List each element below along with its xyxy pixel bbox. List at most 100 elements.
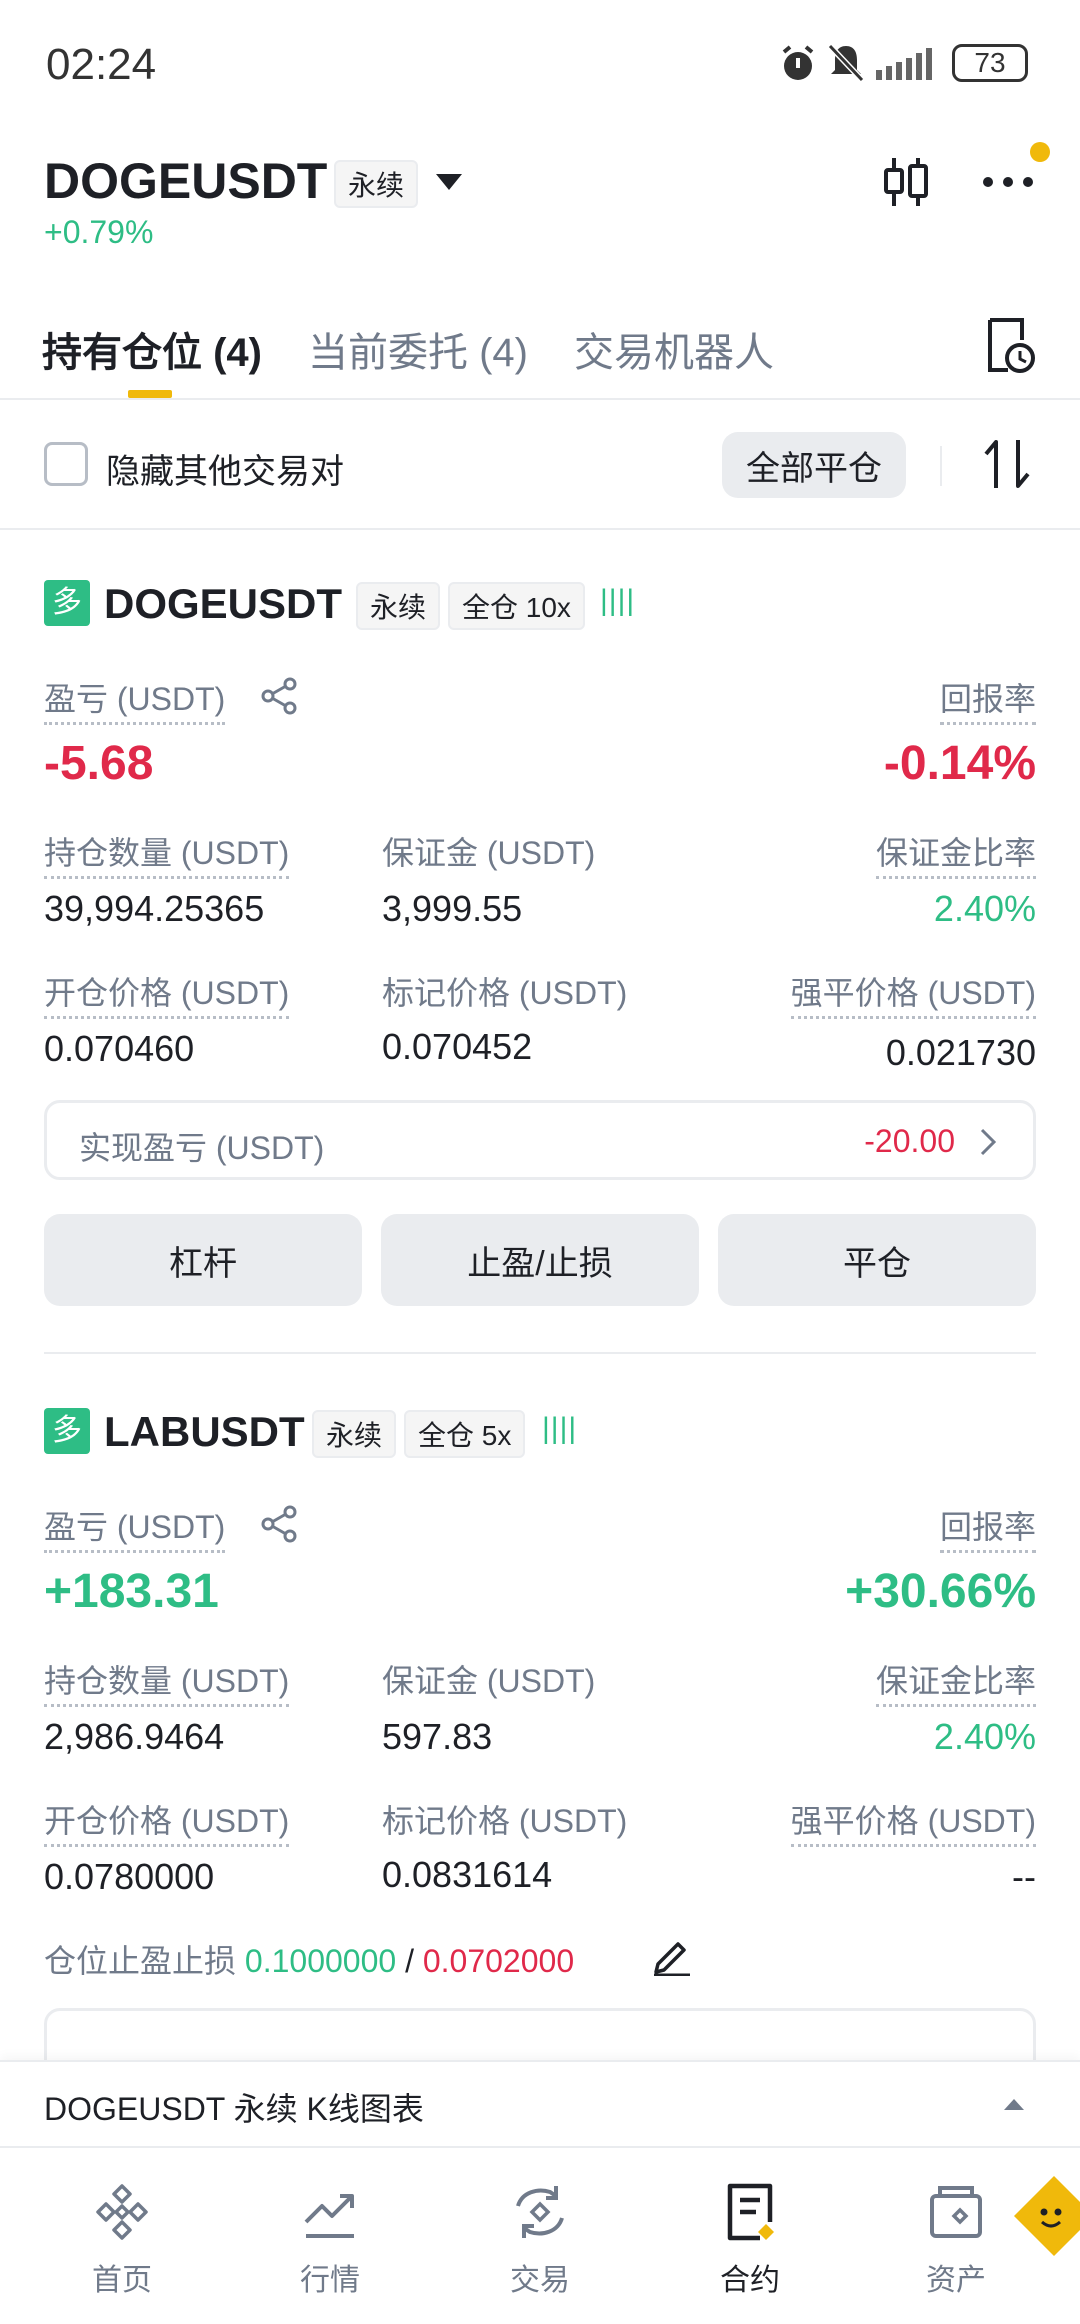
nav-trade-label: 交易 [510,2264,570,2297]
position-contract-tag: 永续 [356,582,441,630]
sort-icon[interactable] [984,438,1030,495]
realized-pnl-label: 实现盈亏 (USDT) [79,1130,325,1166]
tpsl-button[interactable]: 止盈/止损 [381,1214,699,1306]
entry-price-value: 0.070460 [44,1028,195,1069]
mute-icon [826,42,866,89]
more-options-icon[interactable] [982,174,1034,195]
roe-label: 回报率 [939,1502,1036,1553]
edit-icon[interactable] [650,1934,692,1981]
status-bar: 02:24 73 [0,0,1080,130]
margin-value: 597.83 [382,1716,493,1757]
hide-other-pairs-label: 隐藏其他交易对 [106,453,344,491]
leverage-button[interactable]: 杠杆 [44,1214,362,1306]
share-icon[interactable] [260,676,300,721]
divider-vertical [940,446,942,486]
long-side-badge: 多 [44,580,90,626]
liq-price-label: 强平价格 (USDT) [790,1796,1036,1847]
status-time: 02:24 [46,40,157,89]
margin-ratio-label: 保证金比率 [875,828,1036,879]
alarm-icon [778,44,818,89]
kline-chart-bar[interactable]: DOGEUSDT 永续 K线图表 [0,2060,1080,2146]
mark-price-label: 标记价格 (USDT) [382,1803,628,1839]
home-icon [92,2184,152,2246]
entry-price-label: 开仓价格 (USDT) [44,968,290,1019]
nav-futures-label: 合约 [720,2264,780,2297]
pnl-label: 盈亏 (USDT) [44,674,226,725]
tpsl-label: 仓位止盈止损 [44,1943,237,1979]
close-position-button[interactable]: 平仓 [718,1214,1036,1306]
stop-loss-value: 0.0702000 [422,1943,575,1979]
margin-ratio-label: 保证金比率 [875,1656,1036,1707]
mark-price-value: 0.070452 [382,1026,533,1067]
nav-home[interactable]: 首页 [42,2182,202,2299]
entry-price-value: 0.0780000 [44,1856,215,1897]
nav-markets-label: 行情 [300,2264,360,2297]
position-symbol[interactable]: LABUSDT [104,1408,305,1456]
long-side-badge: 多 [44,1408,90,1454]
symbol-title[interactable]: DOGEUSDT [44,152,327,210]
tpsl-row: 仓位止盈止损 0.1000000 / 0.0702000 [44,1936,574,1982]
entry-price-label: 开仓价格 (USDT) [44,1796,290,1847]
position-margin-tag: 全仓 10x [448,582,585,630]
realized-pnl-value: -20.00 [864,1123,955,1159]
liq-price-value: -- [1012,1856,1036,1897]
position-card-labusdt: 多 LABUSDT 永续 全仓 5x |||| 盈亏 (USDT) 回报率 +1… [0,1390,1080,2088]
assistant-bubble-icon[interactable] [1010,2168,1080,2283]
price-change: +0.79% [44,214,154,250]
roe-value: -0.14% [883,737,1036,790]
contract-type-tag: 永续 [334,160,419,208]
chevron-right-icon [979,1127,997,1162]
nav-markets[interactable]: 行情 [250,2182,410,2299]
position-symbol[interactable]: DOGEUSDT [104,580,342,628]
tabs-divider [0,398,1080,400]
history-icon[interactable] [984,318,1036,379]
markets-icon [300,2194,360,2246]
margin-value: 3,999.55 [382,888,523,929]
tab-active-indicator [128,390,172,398]
notification-dot [1030,142,1050,162]
position-divider [44,1352,1036,1354]
margin-label: 保证金 (USDT) [382,835,596,871]
size-value: 39,994.25365 [44,888,265,929]
position-contract-tag: 永续 [312,1410,397,1458]
filter-divider [0,528,1080,530]
pnl-value: +183.31 [44,1565,219,1618]
position-margin-tag: 全仓 5x [404,1410,526,1458]
hide-other-pairs-checkbox[interactable] [44,442,88,486]
nav-home-label: 首页 [92,2264,152,2297]
margin-ratio-value: 2.40% [933,888,1036,929]
share-icon[interactable] [260,1504,300,1549]
battery-icon: 73 [952,44,1028,82]
liq-price-value: 0.021730 [885,1032,1036,1073]
margin-label: 保证金 (USDT) [382,1663,596,1699]
pnl-label: 盈亏 (USDT) [44,1502,226,1553]
nav-futures[interactable]: 合约 [670,2182,830,2299]
signal-icon [876,48,936,85]
assets-icon [926,2186,986,2246]
roe-value: +30.66% [845,1565,1036,1618]
nav-trade[interactable]: 交易 [460,2182,620,2299]
roe-label: 回报率 [939,674,1036,725]
mark-price-label: 标记价格 (USDT) [382,975,628,1011]
symbol-dropdown-icon[interactable] [434,172,464,197]
size-label: 持仓数量 (USDT) [44,1656,290,1707]
tab-open-orders[interactable]: 当前委托 (4) [308,320,528,378]
signal-strength-icon: |||| [600,584,636,617]
margin-ratio-value: 2.40% [933,1716,1036,1757]
chevron-up-icon[interactable] [1002,2096,1026,2117]
take-profit-value: 0.1000000 [244,1943,397,1979]
liq-price-label: 强平价格 (USDT) [790,968,1036,1019]
realized-pnl-row[interactable]: 实现盈亏 (USDT) -20.00 [44,1100,1036,1180]
tab-positions[interactable]: 持有仓位 (4) [42,320,262,378]
kline-chart-label: DOGEUSDT 永续 K线图表 [44,2091,424,2127]
futures-icon [720,2183,780,2246]
trade-icon [508,2186,572,2246]
kline-chart-icon[interactable] [882,156,930,213]
tab-trading-bots[interactable]: 交易机器人 [574,320,774,378]
mark-price-value: 0.0831614 [382,1854,553,1895]
size-label: 持仓数量 (USDT) [44,828,290,879]
bottom-nav: 首页 行情 交易 合约 资产 [0,2146,1080,2324]
pnl-value: -5.68 [44,737,154,790]
tpsl-separator: / [405,1943,414,1979]
close-all-button[interactable]: 全部平仓 [722,432,906,498]
